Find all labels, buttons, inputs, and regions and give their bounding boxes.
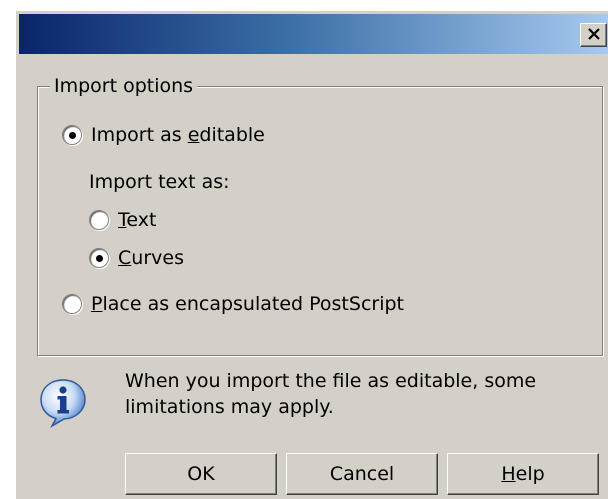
curves-option-label: Curves (118, 247, 184, 269)
place-as-eps-radio[interactable]: Place as encapsulated PostScript (62, 291, 404, 317)
info-icon (40, 379, 86, 428)
radio-button-icon[interactable] (89, 210, 109, 230)
info-message-line-2: limitations may apply. (125, 396, 334, 418)
ok-button[interactable]: OK (125, 453, 277, 495)
import-text-as-label: Import text as: (89, 171, 230, 193)
close-icon (588, 28, 600, 40)
title-bar[interactable] (19, 14, 608, 54)
radio-button-icon[interactable] (62, 294, 82, 314)
radio-button-icon[interactable] (89, 248, 109, 268)
help-button[interactable]: Help (447, 453, 599, 495)
info-message: When you import the file as editable, so… (125, 368, 585, 420)
import-text-option-radio[interactable]: Text (89, 207, 156, 233)
import-as-editable-radio[interactable]: Import as editable (62, 122, 265, 148)
radio-button-icon[interactable] (62, 125, 82, 145)
text-option-label: Text (118, 209, 157, 231)
import-dialog: Import options Import as editable Import… (15, 10, 608, 499)
cancel-button[interactable]: Cancel (286, 453, 438, 495)
close-button[interactable] (580, 23, 607, 47)
place-as-eps-label: Place as encapsulated PostScript (91, 293, 404, 315)
import-options-label: Import options (50, 75, 198, 97)
import-as-editable-label: Import as editable (91, 124, 265, 146)
radio-selected-dot-icon (96, 255, 103, 262)
import-curves-option-radio[interactable]: Curves (89, 245, 184, 271)
radio-selected-dot-icon (69, 132, 76, 139)
info-message-line-1: When you import the file as editable, so… (125, 370, 537, 392)
